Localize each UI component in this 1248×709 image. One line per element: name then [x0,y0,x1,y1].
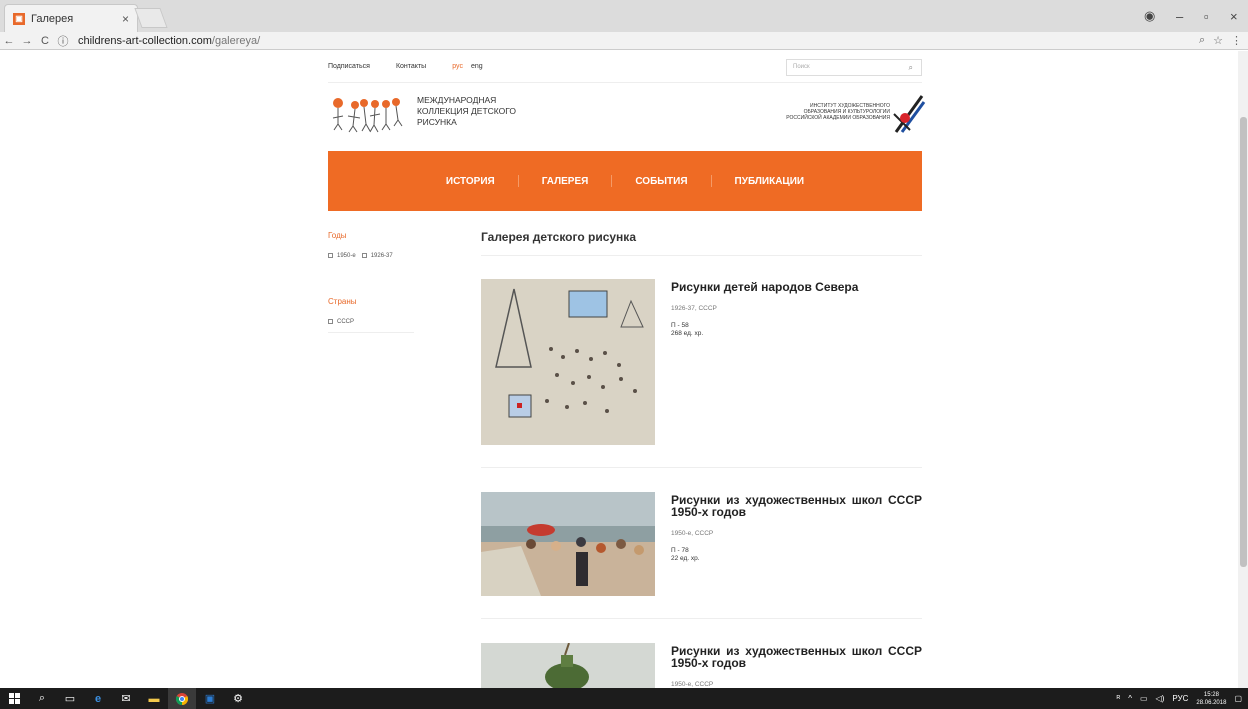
settings-icon[interactable]: ⚙ [224,688,252,709]
gallery-card[interactable]: Рисунки детей народов Севера 1926-37, СС… [481,279,922,445]
card-thumbnail[interactable] [481,643,655,688]
forward-icon[interactable]: → [18,35,36,47]
logo-line-2: КОЛЛЕКЦИЯ ДЕТСКОГО [417,106,517,116]
scrollbar-thumb[interactable] [1240,117,1247,567]
year-label: 1926-37 [370,253,393,260]
countries-title: Страны [328,297,357,307]
url-host: childrens-art-collection.com [78,34,212,47]
maximize-button[interactable]: ▫ [1204,0,1209,32]
new-tab-button[interactable] [134,8,168,28]
card-title[interactable]: Рисунки из художественных школ СССР 1950… [671,645,922,669]
search-icon[interactable]: ⌕ [909,63,913,73]
card-count: 22 ед. хр. [671,555,700,562]
filter-country-ussr[interactable]: СССР [328,319,354,325]
lang-en-link[interactable]: eng [471,63,483,70]
back-icon[interactable]: ← [0,35,18,47]
card-code: П - 78 [671,547,689,554]
main-nav: ИСТОРИЯ ГАЛЕРЕЯ СОБЫТИЯ ПУБЛИКАЦИИ [328,151,922,211]
card-meta: 1950-е, СССР [671,681,714,688]
nav-publications[interactable]: ПУБЛИКАЦИИ [712,176,828,187]
zoom-icon[interactable]: ⌕ [1199,34,1205,47]
taskbar: ⌕ ▭ e ✉ ▬ ▣ ⚙ ᴿ ^ ▭ ◁) РУС 15:28 28.06.2… [0,688,1248,709]
search-placeholder: Поиск [793,64,810,70]
top-links: Подписаться Контакты рус eng [328,63,483,70]
tray-chevron-icon[interactable]: ^ [1128,694,1132,703]
favicon-icon: ▣ [13,12,25,25]
chrome-icon[interactable] [168,688,196,709]
input-language[interactable]: РУС [1172,694,1188,703]
people-icon[interactable]: ᴿ [1117,694,1121,703]
windows-icon[interactable] [0,688,28,709]
info-icon[interactable]: ⓘ [54,33,72,49]
card-thumbnail[interactable] [481,279,655,445]
logo-line-3: РИСУНКА [417,117,457,127]
browser-tab-bar: ▣ Галерея × ◉ – ▫ × [0,0,1248,32]
page-content: Подписаться Контакты рус eng Поиск ⌕ МЕЖ… [0,51,1238,688]
close-window-button[interactable]: × [1230,0,1238,32]
edge-icon[interactable]: e [84,688,112,709]
explorer-icon[interactable]: ▬ [140,688,168,709]
card-title[interactable]: Рисунки из художественных школ СССР 1950… [671,494,922,518]
divider [481,467,922,468]
minimize-button[interactable]: – [1176,0,1183,32]
tab-close-icon[interactable]: × [122,12,129,26]
mail-icon[interactable]: ✉ [112,688,140,709]
page-title: Галерея детского рисунка [481,230,636,244]
divider [328,82,922,83]
card-code: П - 58 [671,322,689,329]
bookmark-star-icon[interactable]: ☆ [1213,34,1223,47]
filter-year-1950s[interactable]: 1950-е [328,253,356,259]
reload-icon[interactable]: C [36,35,54,47]
logo-line-1: МЕЖДУНАРОДНАЯ [417,95,497,105]
browser-tab[interactable]: ▣ Галерея × [4,4,138,32]
institute-name[interactable]: ИНСТИТУТ ХУДОЖЕСТВЕННОГО ОБРАЗОВАНИЯ И К… [786,103,890,121]
clock[interactable]: 15:28 28.06.2018 [1196,691,1226,707]
browser-menu-icon[interactable]: ⋮ [1231,34,1242,47]
task-view-icon[interactable]: ▭ [56,688,84,709]
gallery-card[interactable]: Рисунки из художественных школ СССР 1950… [481,643,922,688]
notifications-icon[interactable]: ▢ [1234,694,1242,703]
network-icon[interactable]: ▭ [1140,694,1148,703]
contacts-link[interactable]: Контакты [396,63,426,70]
checkbox[interactable] [328,253,333,258]
word-icon[interactable]: ▣ [196,688,224,709]
subscribe-link[interactable]: Подписаться [328,63,370,70]
card-meta: 1926-37, СССР [671,305,717,312]
card-count: 268 ед. хр. [671,330,704,337]
gallery-card[interactable]: Рисунки из художественных школ СССР 1950… [481,492,922,596]
search-input[interactable]: Поиск ⌕ [786,59,922,76]
divider [481,618,922,619]
divider [481,255,922,256]
url-field[interactable]: childrens-art-collection.com/galereya/ [78,35,260,47]
volume-icon[interactable]: ◁) [1156,694,1165,703]
country-label: СССР [337,319,355,326]
collection-title[interactable]: МЕЖДУНАРОДНАЯ КОЛЛЕКЦИЯ ДЕТСКОГО РИСУНКА [417,95,516,128]
checkbox[interactable] [328,319,333,325]
filters-sidebar: Годы 1950-е 1926-37 Страны СССР [328,231,414,334]
filter-year-1926-37[interactable]: 1926-37 [361,253,393,260]
divider [328,332,414,334]
address-bar: ← → C ⓘ childrens-art-collection.com/gal… [0,32,1248,50]
card-title[interactable]: Рисунки детей народов Севера [671,281,922,293]
search-icon[interactable]: ⌕ [28,688,56,709]
profile-icon[interactable]: ◉ [1144,0,1155,32]
nav-history[interactable]: ИСТОРИЯ [423,176,518,187]
card-meta: 1950-е, СССР [671,530,714,537]
clock-time: 15:28 [1203,691,1219,698]
clock-date: 28.06.2018 [1196,699,1227,706]
card-thumbnail[interactable] [481,492,655,596]
year-label: 1950-е [337,253,356,260]
checkbox[interactable] [361,253,367,258]
years-title: Годы [328,231,347,240]
nav-gallery[interactable]: ГАЛЕРЕЯ [519,176,612,187]
url-path: /galereya/ [211,34,261,47]
nav-events[interactable]: СОБЫТИЯ [612,176,710,187]
institute-logo-icon[interactable] [892,94,926,134]
collection-logo-icon[interactable] [328,94,406,136]
tab-title: Галерея [31,12,74,25]
lang-ru-link[interactable]: рус [452,63,463,70]
scrollbar[interactable] [1238,51,1248,688]
